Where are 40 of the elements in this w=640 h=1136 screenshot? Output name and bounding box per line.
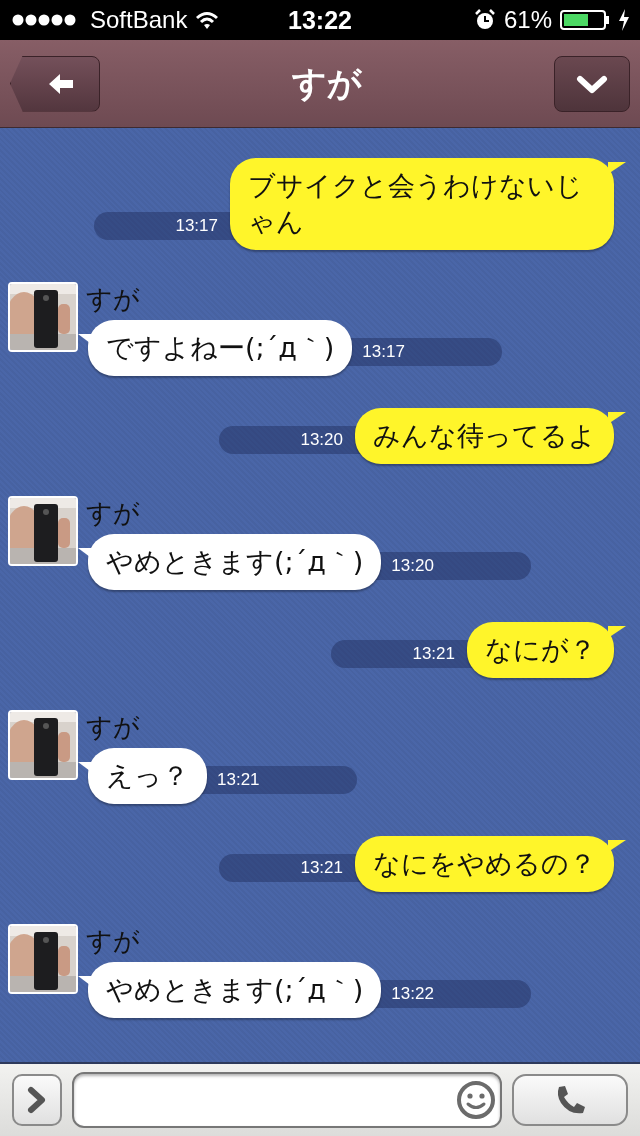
alarm-clock-icon [473,9,496,31]
sent-message-bubble: ブサイクと会うわけないじゃん [230,158,626,252]
arrow-left-icon [47,71,75,96]
carrier-name: SoftBank [90,6,188,34]
battery-percent: 61% [503,6,552,34]
battery-icon [560,10,610,30]
smiley-icon[interactable] [456,1080,496,1120]
sent-message-bubble: なにをやめるの？ [355,836,626,894]
message-time: 13:17 [175,216,218,236]
sender-name: すが [85,711,141,744]
call-button[interactable] [512,1074,628,1126]
received-message-bubble: ですよねー(;´д｀) [78,320,353,378]
dropdown-button[interactable] [554,55,630,112]
received-message-bubble: やめときます(;´д｀) [78,962,382,1020]
chat-title: すが [292,61,362,105]
avatar-frame[interactable] [8,924,78,994]
message-input-field[interactable] [72,1072,502,1128]
status-time: 13:22 [288,5,352,35]
message-time: 13:21 [412,644,455,664]
received-message-bubble: えっ？ [78,748,207,806]
sent-message-bubble: なにが？ [467,622,626,680]
chevron-right-icon [26,1086,48,1114]
back-button[interactable] [10,55,100,112]
message-time: 13:20 [391,556,434,576]
message-time: 13:21 [300,858,343,878]
received-message-bubble: やめときます(;´д｀) [78,534,382,592]
message-time: 13:20 [300,430,343,450]
sender-name: すが [85,497,141,530]
avatar-frame[interactable] [8,282,78,352]
expand-button[interactable] [12,1074,62,1126]
avatar-frame[interactable] [8,496,78,566]
message-time: 13:17 [362,342,405,362]
wifi-icon [195,10,220,30]
sender-name: すが [85,283,141,316]
message-time: 13:21 [217,770,260,790]
message-time: 13:22 [391,984,434,1004]
avatar-frame[interactable] [8,710,78,780]
sent-message-bubble: みんな待ってるよ [355,408,626,466]
sender-name: すが [85,925,141,958]
charging-icon [618,9,630,31]
